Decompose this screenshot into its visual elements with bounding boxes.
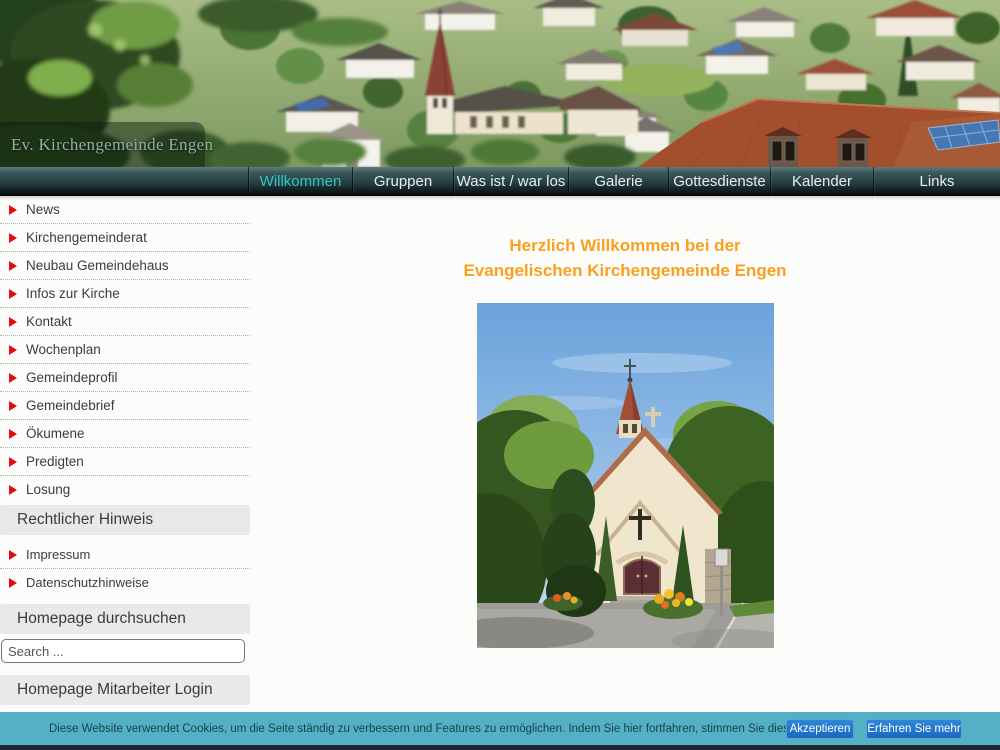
tab-galerie[interactable]: Galerie xyxy=(568,167,668,196)
sidebar-item-label: Kirchengemeinderat xyxy=(26,230,147,245)
sidebar-item-label: Neubau Gemeindehaus xyxy=(26,258,169,273)
red-triangle-right-icon xyxy=(9,578,17,588)
tab-links[interactable]: Links xyxy=(873,167,1000,196)
site-title-overlay: Ev. Kirchengemeinde Engen xyxy=(0,122,205,167)
red-triangle-right-icon xyxy=(9,373,17,383)
sidebar-item-kirchengemeinderat[interactable]: Kirchengemeinderat xyxy=(0,224,250,252)
sidebar-item-gemeindeprofil[interactable]: Gemeindeprofil xyxy=(0,364,250,392)
tab-was-ist-war-los[interactable]: Was ist / war los xyxy=(453,167,568,196)
red-triangle-right-icon xyxy=(9,289,17,299)
red-triangle-right-icon xyxy=(9,429,17,439)
red-triangle-right-icon xyxy=(9,550,17,560)
sidebar-item-label: Gemeindeprofil xyxy=(26,370,118,385)
cookie-banner: Diese Website verwendet Cookies, um die … xyxy=(0,712,1000,745)
sidebar-item-infos-zur-kirche[interactable]: Infos zur Kirche xyxy=(0,280,250,308)
sidebar-item-label: Gemeindebrief xyxy=(26,398,115,413)
main-navigation: Willkommen Gruppen Was ist / war los Gal… xyxy=(0,167,1000,196)
red-triangle-right-icon xyxy=(9,317,17,327)
sidebar-item-label: News xyxy=(26,202,60,217)
church-photo-frame xyxy=(477,303,774,648)
sidebar-item-label: Predigten xyxy=(26,454,84,469)
main-content: Herzlich Willkommen bei der Evangelische… xyxy=(250,196,1000,648)
sidebar-item-label: Ökumene xyxy=(26,426,85,441)
legal-heading: Rechtlicher Hinweis xyxy=(0,505,250,535)
sidebar-item-label: Impressum xyxy=(26,547,90,562)
sidebar-item-label: Datenschutzhinweise xyxy=(26,575,149,590)
site-title[interactable]: Ev. Kirchengemeinde Engen xyxy=(0,135,213,155)
sidebar-item-datenschutzhinweise[interactable]: Datenschutzhinweise xyxy=(0,569,250,596)
header-banner: Ev. Kirchengemeinde Engen xyxy=(0,0,1000,167)
sidebar-item-kontakt[interactable]: Kontakt xyxy=(0,308,250,336)
sidebar-item-gemeindebrief[interactable]: Gemeindebrief xyxy=(0,392,250,420)
church-building-photo xyxy=(477,303,774,648)
legal-list: Impressum Datenschutzhinweise xyxy=(0,541,250,596)
footer-strip xyxy=(0,745,1000,750)
sidebar-item-losung[interactable]: Losung xyxy=(0,476,250,503)
welcome-heading: Herzlich Willkommen bei der Evangelische… xyxy=(250,233,1000,283)
sidebar-item-impressum[interactable]: Impressum xyxy=(0,541,250,569)
red-triangle-right-icon xyxy=(9,261,17,271)
red-triangle-right-icon xyxy=(9,345,17,355)
sidebar-item-label: Losung xyxy=(26,482,70,497)
search-heading: Homepage durchsuchen xyxy=(0,604,250,634)
search-input[interactable] xyxy=(1,639,245,663)
sidebar-item-label: Kontakt xyxy=(26,314,72,329)
sidebar-item-label: Wochenplan xyxy=(26,342,101,357)
sidebar-item-predigten[interactable]: Predigten xyxy=(0,448,250,476)
cookie-message: Diese Website verwendet Cookies, um die … xyxy=(0,723,824,735)
tab-gruppen[interactable]: Gruppen xyxy=(352,167,453,196)
tab-kalender[interactable]: Kalender xyxy=(770,167,873,196)
tab-gottesdienste[interactable]: Gottesdienste xyxy=(668,167,770,196)
red-triangle-right-icon xyxy=(9,485,17,495)
welcome-line-2: Evangelischen Kirchengemeinde Engen xyxy=(250,258,1000,283)
cookie-accept-button[interactable]: Akzeptieren xyxy=(786,719,854,739)
login-heading[interactable]: Homepage Mitarbeiter Login xyxy=(0,675,250,705)
cookie-more-button[interactable]: Erfahren Sie mehr xyxy=(866,719,962,739)
tab-willkommen[interactable]: Willkommen xyxy=(248,167,352,196)
sidebar-item-news[interactable]: News xyxy=(0,196,250,224)
red-triangle-right-icon xyxy=(9,401,17,411)
sidebar-item-wochenplan[interactable]: Wochenplan xyxy=(0,336,250,364)
red-triangle-right-icon xyxy=(9,233,17,243)
red-triangle-right-icon xyxy=(9,457,17,467)
sidebar-item-neubau-gemeindehaus[interactable]: Neubau Gemeindehaus xyxy=(0,252,250,280)
red-triangle-right-icon xyxy=(9,205,17,215)
sidebar-item-oekumene[interactable]: Ökumene xyxy=(0,420,250,448)
welcome-line-1: Herzlich Willkommen bei der xyxy=(250,233,1000,258)
sidebar: News Kirchengemeinderat Neubau Gemeindeh… xyxy=(0,196,250,705)
sidebar-item-label: Infos zur Kirche xyxy=(26,286,120,301)
